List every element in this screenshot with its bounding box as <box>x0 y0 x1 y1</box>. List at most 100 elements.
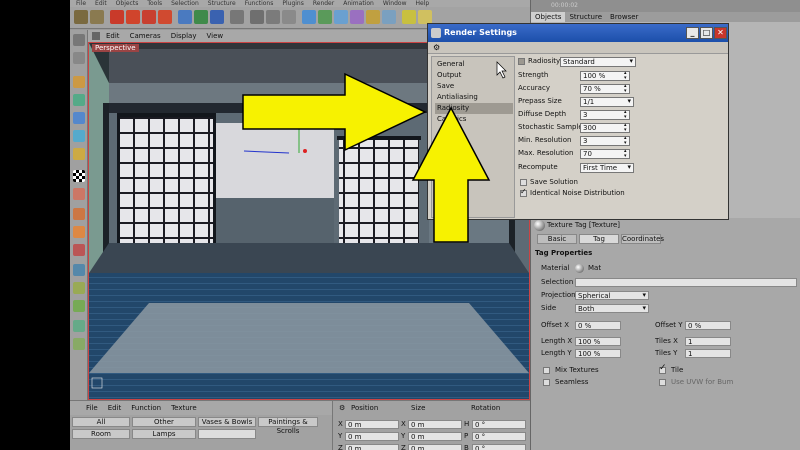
size-z-field[interactable]: 0 m <box>408 444 462 450</box>
scale-icon[interactable] <box>142 10 156 24</box>
render-settings-icon[interactable] <box>282 10 296 24</box>
smooth-tool-icon[interactable] <box>73 338 85 350</box>
material-menu-edit[interactable]: Edit <box>108 404 122 412</box>
nav-radiosity[interactable]: Radiosity <box>435 103 513 114</box>
viewport-options-icon[interactable] <box>92 32 100 40</box>
y-axis-icon[interactable] <box>194 10 208 24</box>
tab-structure[interactable]: Structure <box>565 12 606 22</box>
offset-y-field[interactable]: 0 % <box>685 321 731 330</box>
light-icon[interactable] <box>418 10 432 24</box>
array-icon[interactable] <box>350 10 364 24</box>
menu-functions[interactable]: Functions <box>245 0 274 7</box>
viewport-menu-edit[interactable]: Edit <box>106 32 120 40</box>
side-dropdown[interactable]: Both <box>575 304 649 313</box>
viewport-menu-view[interactable]: View <box>207 32 224 40</box>
bridge-tool-icon[interactable] <box>73 282 85 294</box>
menu-selection[interactable]: Selection <box>171 0 199 7</box>
seamless-checkbox[interactable] <box>543 379 550 386</box>
nurbs-icon[interactable] <box>334 10 348 24</box>
z-axis-icon[interactable] <box>210 10 224 24</box>
filter-vases-bowls[interactable]: Vases & Bowls <box>198 417 256 427</box>
strength-field[interactable]: 100 % <box>580 71 630 81</box>
viewport-menu-cameras[interactable]: Cameras <box>130 32 161 40</box>
nav-caustics[interactable]: Caustics <box>435 114 513 125</box>
material-value[interactable]: Mat <box>588 263 601 273</box>
nav-vr[interactable]: VR <box>466 158 506 169</box>
nav-save[interactable]: Save <box>435 81 513 92</box>
tiles-x-field[interactable]: 1 <box>685 337 731 346</box>
material-menu-function[interactable]: Function <box>131 404 161 412</box>
scene-icon[interactable] <box>382 10 396 24</box>
size-y-field[interactable]: 0 m <box>408 432 462 441</box>
recompute-dropdown[interactable]: First Time <box>580 163 634 173</box>
filter-other[interactable]: Other <box>132 417 196 427</box>
filter-all[interactable]: All <box>72 417 130 427</box>
use-object-tool-icon[interactable] <box>73 52 85 64</box>
min-resolution-field[interactable]: 3 <box>580 136 630 146</box>
radiosity-checkbox[interactable] <box>518 58 525 65</box>
tab-browser[interactable]: Browser <box>606 12 642 22</box>
filter-room[interactable]: Room <box>72 429 130 439</box>
tab-tag[interactable]: Tag <box>579 234 619 244</box>
lock-workplane-icon[interactable] <box>73 264 85 276</box>
extrude-tool-icon[interactable] <box>73 300 85 312</box>
render-picture-viewer-icon[interactable] <box>266 10 280 24</box>
position-x-field[interactable]: 0 m <box>345 420 399 429</box>
dialog-titlebar[interactable]: Render Settings _ □ ✕ <box>428 24 728 42</box>
radiosity-mode-dropdown[interactable]: Standard <box>560 57 636 67</box>
size-x-field[interactable]: 0 m <box>408 420 462 429</box>
undo-icon[interactable] <box>74 10 88 24</box>
dialog-options-icon[interactable]: ⚙ <box>433 43 440 52</box>
knife-tool-icon[interactable] <box>73 226 85 238</box>
viewport-menu-display[interactable]: Display <box>171 32 197 40</box>
close-button[interactable]: ✕ <box>714 27 727 39</box>
animation-tool-icon[interactable] <box>73 148 85 160</box>
rotation-h-field[interactable]: 0 ° <box>472 420 526 429</box>
nav-antialiasing[interactable]: Antialiasing <box>435 92 513 103</box>
menu-edit[interactable]: Edit <box>95 0 107 7</box>
magnet-tool-icon[interactable] <box>73 244 85 256</box>
spline-icon[interactable] <box>318 10 332 24</box>
length-y-field[interactable]: 100 % <box>575 349 621 358</box>
nav-general[interactable]: General <box>435 59 513 70</box>
move-icon[interactable] <box>126 10 140 24</box>
brush-tool-icon[interactable] <box>73 208 85 220</box>
deformer-icon[interactable] <box>366 10 380 24</box>
redo-icon[interactable] <box>90 10 104 24</box>
position-z-field[interactable]: 0 m <box>345 444 399 450</box>
save-solution-checkbox[interactable] <box>520 179 527 186</box>
camera-icon[interactable] <box>402 10 416 24</box>
menu-help[interactable]: Help <box>416 0 430 7</box>
menu-render[interactable]: Render <box>313 0 334 7</box>
x-axis-icon[interactable] <box>178 10 192 24</box>
menu-plugins[interactable]: Plugins <box>282 0 304 7</box>
selection-field[interactable] <box>575 278 797 287</box>
mix-textures-checkbox[interactable] <box>543 367 550 374</box>
checker-icon[interactable] <box>73 170 85 182</box>
live-selection-icon[interactable] <box>110 10 124 24</box>
menu-tools[interactable]: Tools <box>147 0 162 7</box>
maximize-button[interactable]: □ <box>700 27 713 39</box>
diffuse-depth-field[interactable]: 3 <box>580 110 630 120</box>
rotate-icon[interactable] <box>158 10 172 24</box>
render-view-icon[interactable] <box>250 10 264 24</box>
nav-output[interactable]: Output <box>435 70 513 81</box>
offset-x-field[interactable]: 0 % <box>575 321 621 330</box>
menu-objects[interactable]: Objects <box>116 0 139 7</box>
menu-file[interactable]: File <box>76 0 86 7</box>
material-menu-file[interactable]: File <box>86 404 98 412</box>
polygons-tool-icon[interactable] <box>73 130 85 142</box>
coord-options-icon[interactable]: ⚙ <box>339 404 345 412</box>
menu-animation[interactable]: Animation <box>343 0 374 7</box>
material-menu-texture[interactable]: Texture <box>171 404 197 412</box>
rotation-b-field[interactable]: 0 ° <box>472 444 526 450</box>
stochastic-samples-field[interactable]: 300 <box>580 123 630 133</box>
projection-dropdown[interactable]: Spherical <box>575 291 649 300</box>
filter-selected[interactable] <box>198 429 256 439</box>
tiles-y-field[interactable]: 1 <box>685 349 731 358</box>
points-tool-icon[interactable] <box>73 94 85 106</box>
edges-tool-icon[interactable] <box>73 112 85 124</box>
use-model-tool-icon[interactable] <box>73 34 85 46</box>
length-x-field[interactable]: 100 % <box>575 337 621 346</box>
position-y-field[interactable]: 0 m <box>345 432 399 441</box>
